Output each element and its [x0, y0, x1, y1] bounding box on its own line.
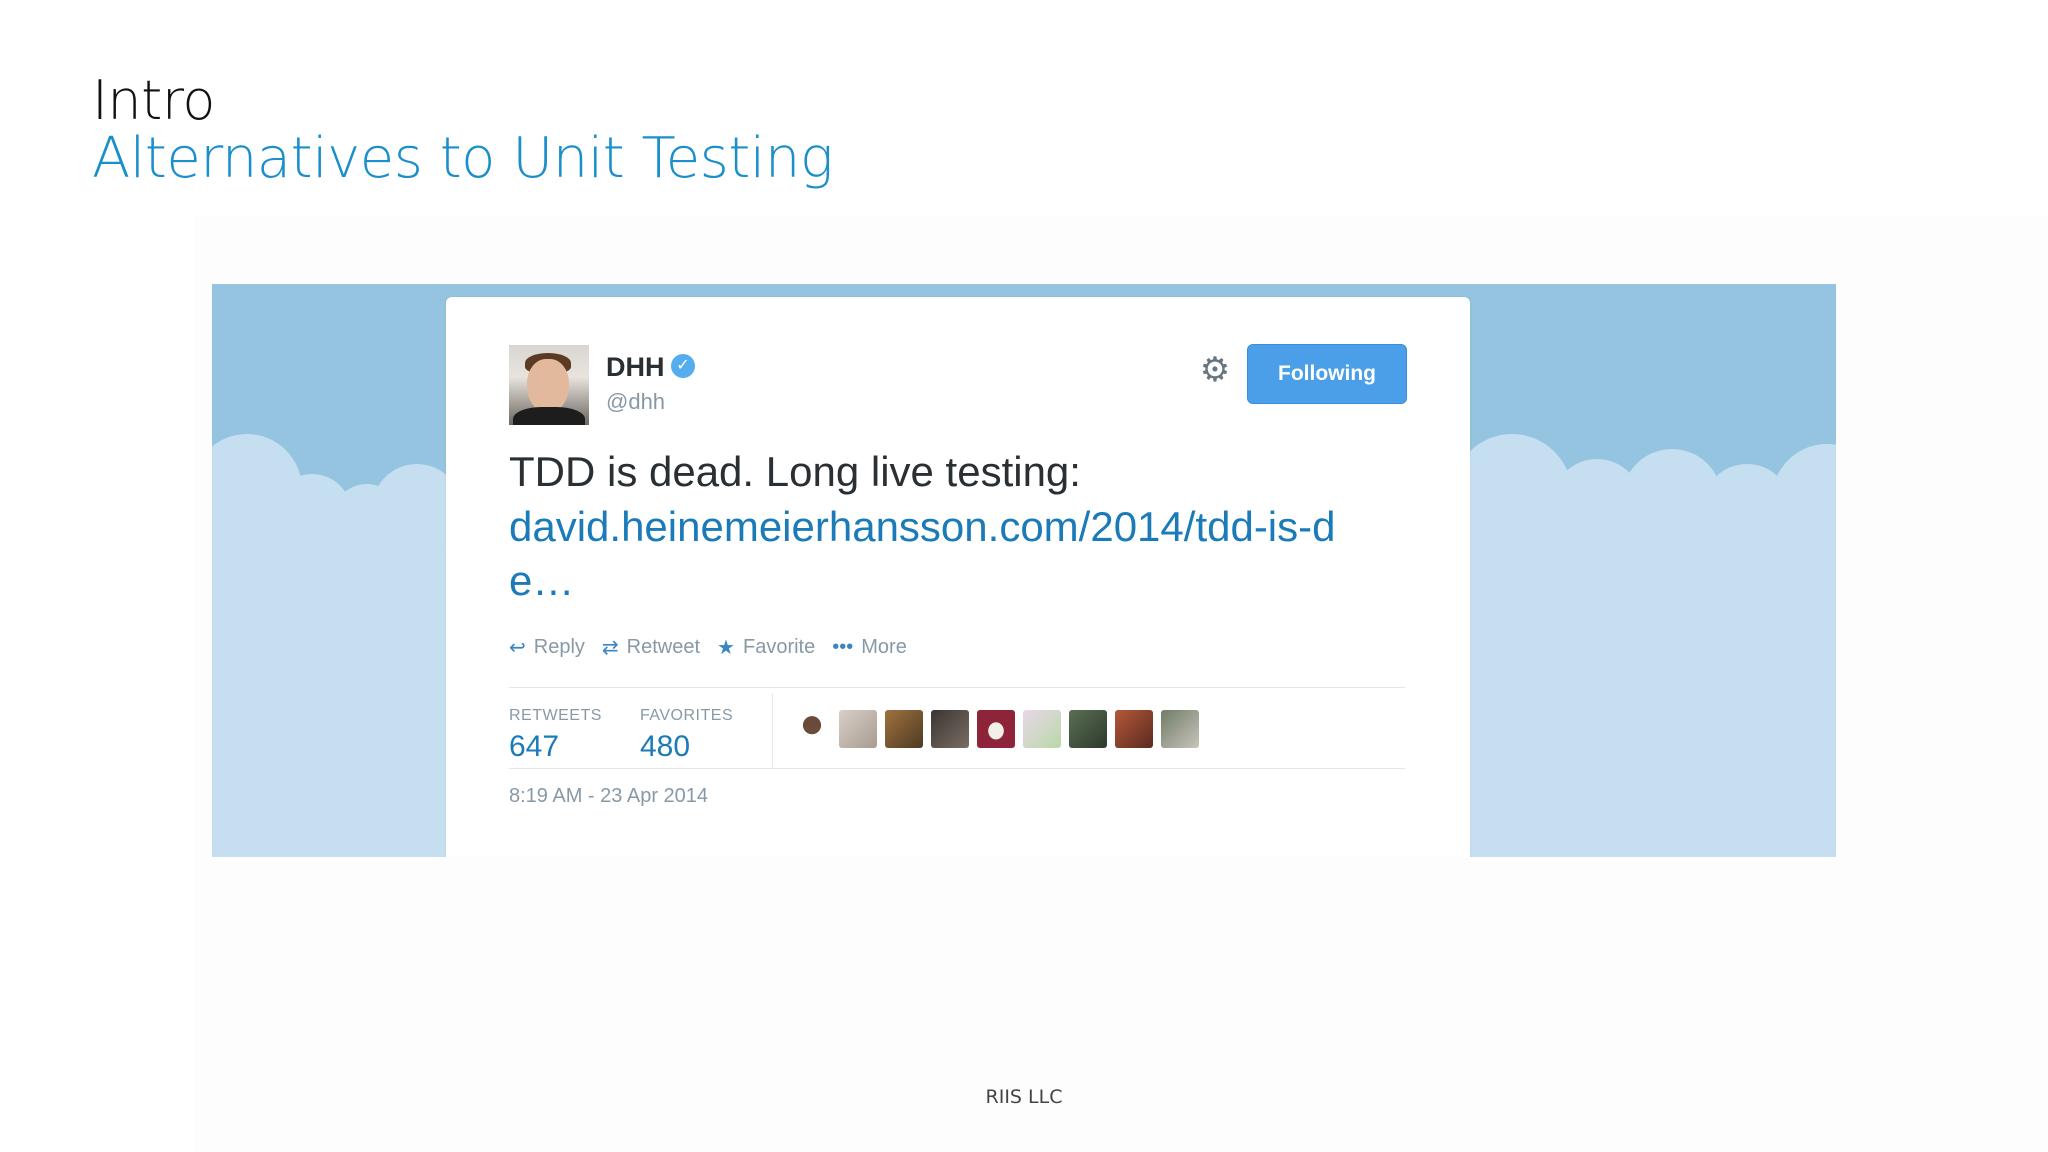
favoriter-avatar[interactable]	[1161, 710, 1199, 748]
slide-footer: RIIS LLC	[985, 1086, 1063, 1108]
retweet-button[interactable]: ⇄ Retweet	[602, 635, 700, 660]
tweet-screenshot: DHH ✓ @dhh ⚙ Following TDD is dead. Long…	[212, 284, 1836, 857]
favoriter-avatar[interactable]	[793, 710, 831, 748]
favorites-count[interactable]: 480	[640, 730, 690, 764]
retweets-label: RETWEETS	[509, 707, 602, 724]
author-avatar[interactable]	[509, 345, 589, 425]
more-dots-icon: •••	[832, 635, 854, 658]
favorites-label: FAVORITES	[640, 707, 734, 724]
favoriter-avatar[interactable]	[1115, 710, 1153, 748]
favoriters-avatars	[793, 710, 1207, 748]
author-handle[interactable]: @dhh	[606, 389, 665, 415]
favoriter-avatar[interactable]	[1023, 710, 1061, 748]
reply-icon: ↩	[509, 636, 526, 659]
retweet-label: Retweet	[626, 635, 701, 658]
author-name[interactable]: DHH	[606, 352, 665, 383]
following-button[interactable]: Following	[1247, 344, 1407, 404]
reply-button[interactable]: ↩ Reply	[509, 635, 585, 660]
retweet-icon: ⇄	[601, 636, 619, 659]
star-icon: ★	[717, 636, 735, 659]
favoriter-avatar[interactable]	[977, 710, 1015, 748]
tweet-card: DHH ✓ @dhh ⚙ Following TDD is dead. Long…	[446, 297, 1470, 857]
slide-title: Intro	[92, 69, 215, 132]
favorite-label: Favorite	[742, 635, 816, 658]
favoriter-avatar[interactable]	[885, 710, 923, 748]
gear-icon[interactable]: ⚙	[1197, 352, 1233, 388]
reply-label: Reply	[533, 635, 585, 658]
tweet-text: TDD is dead. Long live testing:	[509, 448, 1081, 495]
tweet-timestamp[interactable]: 8:19 AM - 23 Apr 2014	[509, 785, 708, 808]
favorite-button[interactable]: ★ Favorite	[717, 635, 815, 660]
more-button[interactable]: ••• More	[832, 636, 907, 659]
retweets-count[interactable]: 647	[509, 730, 559, 764]
favoriter-avatar[interactable]	[931, 710, 969, 748]
favoriter-avatar[interactable]	[1069, 710, 1107, 748]
favoriter-avatar[interactable]	[839, 710, 877, 748]
stats-vertical-divider	[772, 694, 773, 768]
verified-badge-icon: ✓	[671, 354, 695, 378]
stats-divider-top	[509, 687, 1405, 688]
stats-divider-bottom	[509, 768, 1405, 769]
avatar-shirt	[513, 407, 585, 425]
more-label: More	[861, 635, 907, 658]
tweet-actions: ↩ Reply ⇄ Retweet ★ Favorite ••• More	[509, 632, 924, 662]
slide-subtitle: Alternatives to Unit Testing	[92, 126, 833, 191]
tweet-link[interactable]: david.heinemeierhansson.com/2014/tdd-is-…	[509, 500, 1389, 608]
avatar-face	[527, 359, 569, 413]
